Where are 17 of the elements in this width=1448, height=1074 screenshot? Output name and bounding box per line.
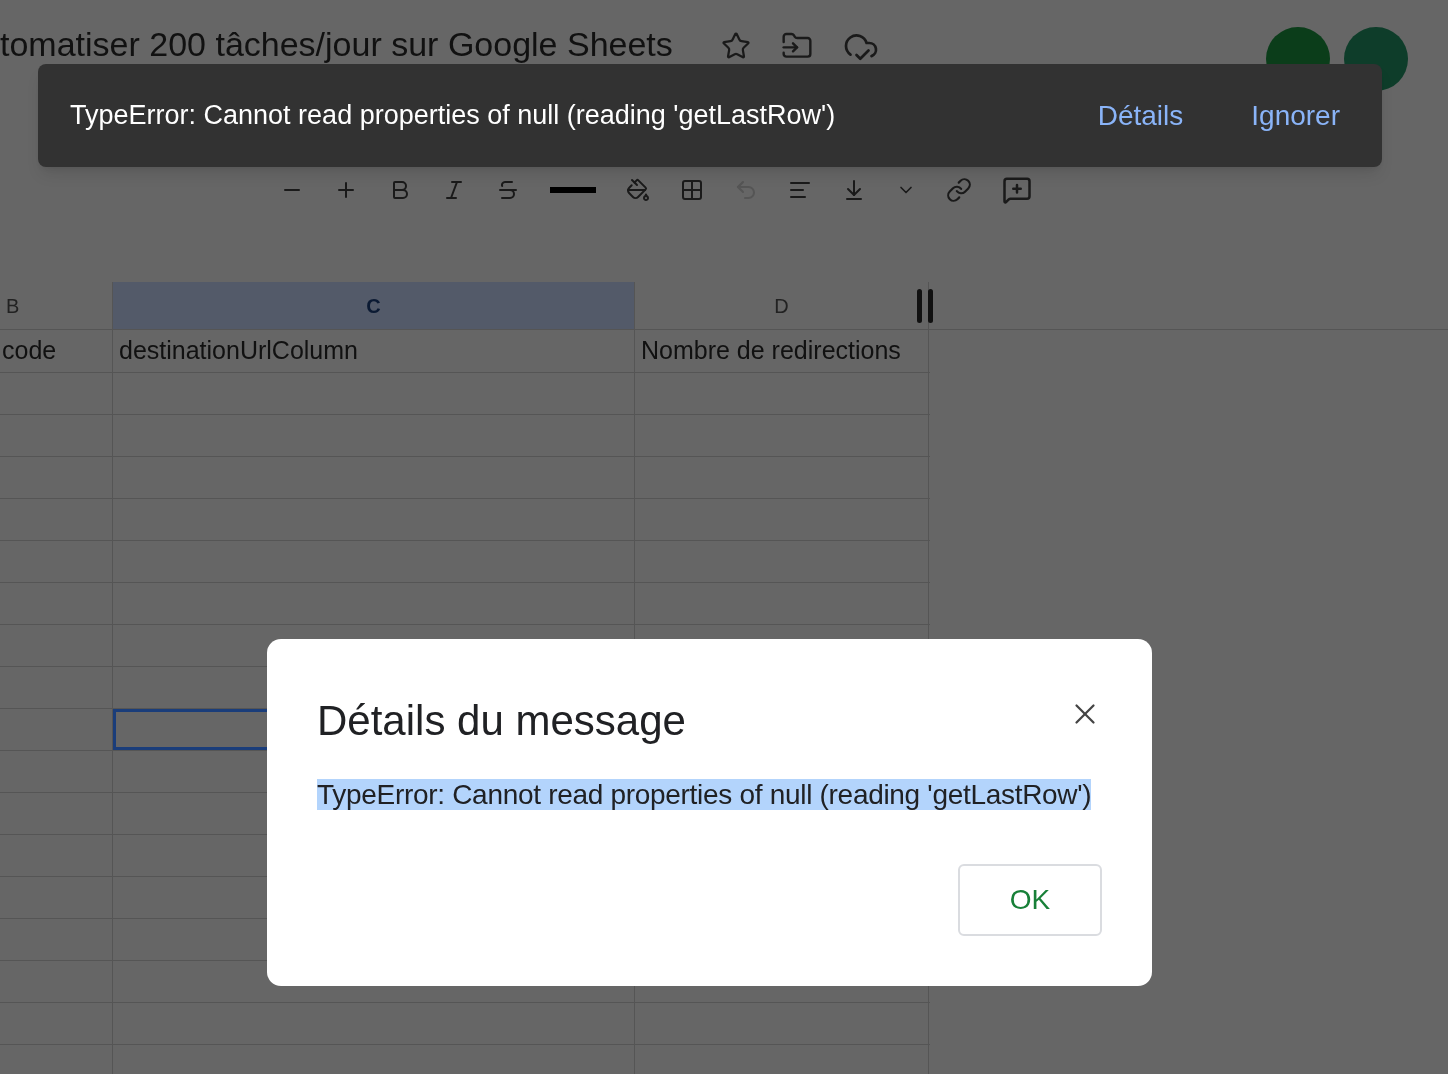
comment-icon[interactable] [1002, 175, 1032, 205]
dialog-title: Détails du message [317, 696, 686, 746]
ok-button[interactable]: OK [958, 864, 1102, 936]
toast-message: TypeError: Cannot read properties of null (reading 'getLastRow') [70, 99, 836, 133]
toast-action-button[interactable]: Ignorer [1251, 94, 1340, 137]
text-color-bar[interactable] [550, 187, 596, 193]
borders-icon[interactable] [680, 178, 704, 202]
dialog-message: TypeError: Cannot read properties of null (reading 'getLastRow') [317, 779, 1092, 810]
toast-action-button[interactable]: Détails [1097, 94, 1184, 137]
table-cell: destinationUrlColumn [113, 330, 635, 372]
star-icon[interactable] [720, 31, 751, 61]
link-icon[interactable] [946, 177, 972, 203]
table-cell: Nombre de redirections [635, 330, 929, 372]
paint-bucket-icon[interactable] [626, 178, 650, 202]
table-cell: code [0, 330, 113, 372]
document-title: tomatiser 200 tâches/jour sur Google Sheets [0, 23, 673, 65]
strikethrough-icon[interactable] [496, 178, 520, 202]
